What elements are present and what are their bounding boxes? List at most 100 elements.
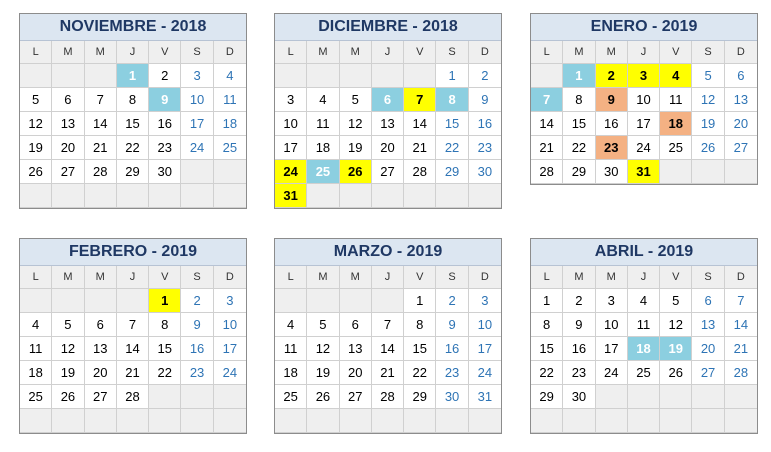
day-cell: 10	[468, 313, 501, 337]
empty-cell	[52, 409, 85, 433]
day-cell: 23	[181, 361, 214, 385]
day-cell: 26	[339, 160, 372, 184]
empty-cell	[339, 64, 372, 88]
weekday-header: M	[307, 41, 340, 64]
day-cell: 20	[724, 112, 757, 136]
day-cell: 25	[275, 385, 308, 409]
day-cell: 12	[660, 313, 693, 337]
day-cell: 19	[660, 337, 693, 361]
calendar-marzo-2019: MARZO - 2019 L M M J V S D 1 2 3 4 5 6 7 8 9 10 11 12 13 14 15…	[274, 238, 502, 434]
weekday-header: M	[339, 266, 372, 289]
day-cell: 17	[468, 337, 501, 361]
empty-cell	[275, 289, 308, 313]
day-cell: 19	[692, 112, 725, 136]
day-cell: 21	[531, 136, 564, 160]
day-cell: 3	[468, 289, 501, 313]
empty-cell	[724, 385, 757, 409]
day-cell: 28	[404, 160, 437, 184]
weekday-header: L	[275, 266, 308, 289]
empty-cell	[436, 184, 469, 208]
day-cell: 30	[563, 385, 596, 409]
month-title: ABRIL - 2019	[531, 239, 757, 266]
day-cell: 4	[307, 88, 340, 112]
day-cell: 2	[595, 64, 628, 88]
day-cell: 29	[563, 160, 596, 184]
empty-cell	[339, 184, 372, 208]
day-cell: 22	[149, 361, 182, 385]
day-cell: 15	[149, 337, 182, 361]
day-cell: 11	[275, 337, 308, 361]
day-cell: 28	[116, 385, 150, 409]
weekday-header: M	[563, 266, 596, 289]
day-cell: 29	[531, 385, 564, 409]
empty-cell	[307, 184, 340, 208]
empty-cell	[371, 409, 405, 433]
month-title: NOVIEMBRE - 2018	[20, 14, 246, 41]
month-grid: L M M J V S D 1 2 3 4 5 6 7 8 9 10 11 12 13 14 15 16 17 18 19 20 21…	[275, 41, 501, 208]
day-cell: 7	[724, 289, 757, 313]
empty-cell	[116, 409, 150, 433]
day-cell: 8	[404, 313, 437, 337]
day-cell: 13	[339, 337, 372, 361]
day-cell: 26	[660, 361, 693, 385]
day-cell: 25	[627, 361, 661, 385]
day-cell: 18	[275, 361, 308, 385]
weekday-header: L	[275, 41, 308, 64]
weekday-header: J	[116, 266, 150, 289]
day-cell: 13	[52, 112, 85, 136]
empty-cell	[52, 64, 85, 88]
weekday-header: M	[595, 41, 628, 64]
weekday-header: V	[404, 266, 437, 289]
day-cell: 15	[436, 112, 469, 136]
empty-cell	[213, 184, 246, 208]
day-cell: 21	[84, 136, 117, 160]
calendar-noviembre-2018: NOVIEMBRE - 2018 L M M J V S D 1 2 3 4 5 6 7 8 9 10 11 12 13…	[19, 13, 247, 209]
day-cell: 17	[627, 112, 661, 136]
day-cell: 24	[181, 136, 214, 160]
empty-cell	[404, 409, 437, 433]
day-cell: 20	[52, 136, 85, 160]
weekday-header: D	[468, 41, 501, 64]
day-cell: 12	[692, 88, 725, 112]
day-cell: 4	[660, 64, 693, 88]
empty-cell	[724, 160, 757, 184]
day-cell: 2	[563, 289, 596, 313]
day-cell: 22	[116, 136, 150, 160]
weekday-header: L	[20, 266, 53, 289]
day-cell: 27	[339, 385, 372, 409]
empty-cell	[371, 289, 405, 313]
day-cell: 15	[531, 337, 564, 361]
day-cell: 16	[436, 337, 469, 361]
day-cell: 31	[627, 160, 661, 184]
day-cell: 13	[692, 313, 725, 337]
weekday-header: M	[84, 266, 117, 289]
day-cell: 25	[213, 136, 246, 160]
weekday-header: S	[436, 41, 469, 64]
empty-cell	[339, 409, 372, 433]
weekday-header: D	[213, 41, 246, 64]
day-cell: 6	[52, 88, 85, 112]
empty-cell	[149, 184, 182, 208]
day-cell: 16	[181, 337, 214, 361]
empty-cell	[627, 385, 661, 409]
day-cell: 8	[563, 88, 596, 112]
day-cell: 20	[84, 361, 117, 385]
day-cell: 24	[213, 361, 246, 385]
day-cell: 4	[275, 313, 308, 337]
calendar-enero-2019: ENERO - 2019 L M M J V S D 1 2 3 4 5 6 7 8 9 10 11 12 13 14 15…	[530, 13, 758, 185]
weekday-header: J	[627, 41, 661, 64]
weekday-header: M	[52, 266, 85, 289]
weekday-header: D	[468, 266, 501, 289]
empty-cell	[181, 409, 214, 433]
day-cell: 13	[371, 112, 405, 136]
empty-cell	[181, 160, 214, 184]
day-cell: 25	[307, 160, 340, 184]
day-cell: 9	[468, 88, 501, 112]
empty-cell	[275, 409, 308, 433]
day-cell: 23	[595, 136, 628, 160]
day-cell: 21	[724, 337, 757, 361]
day-cell: 26	[20, 160, 53, 184]
month-title: FEBRERO - 2019	[20, 239, 246, 266]
weekday-header: D	[724, 266, 757, 289]
day-cell: 22	[436, 136, 469, 160]
